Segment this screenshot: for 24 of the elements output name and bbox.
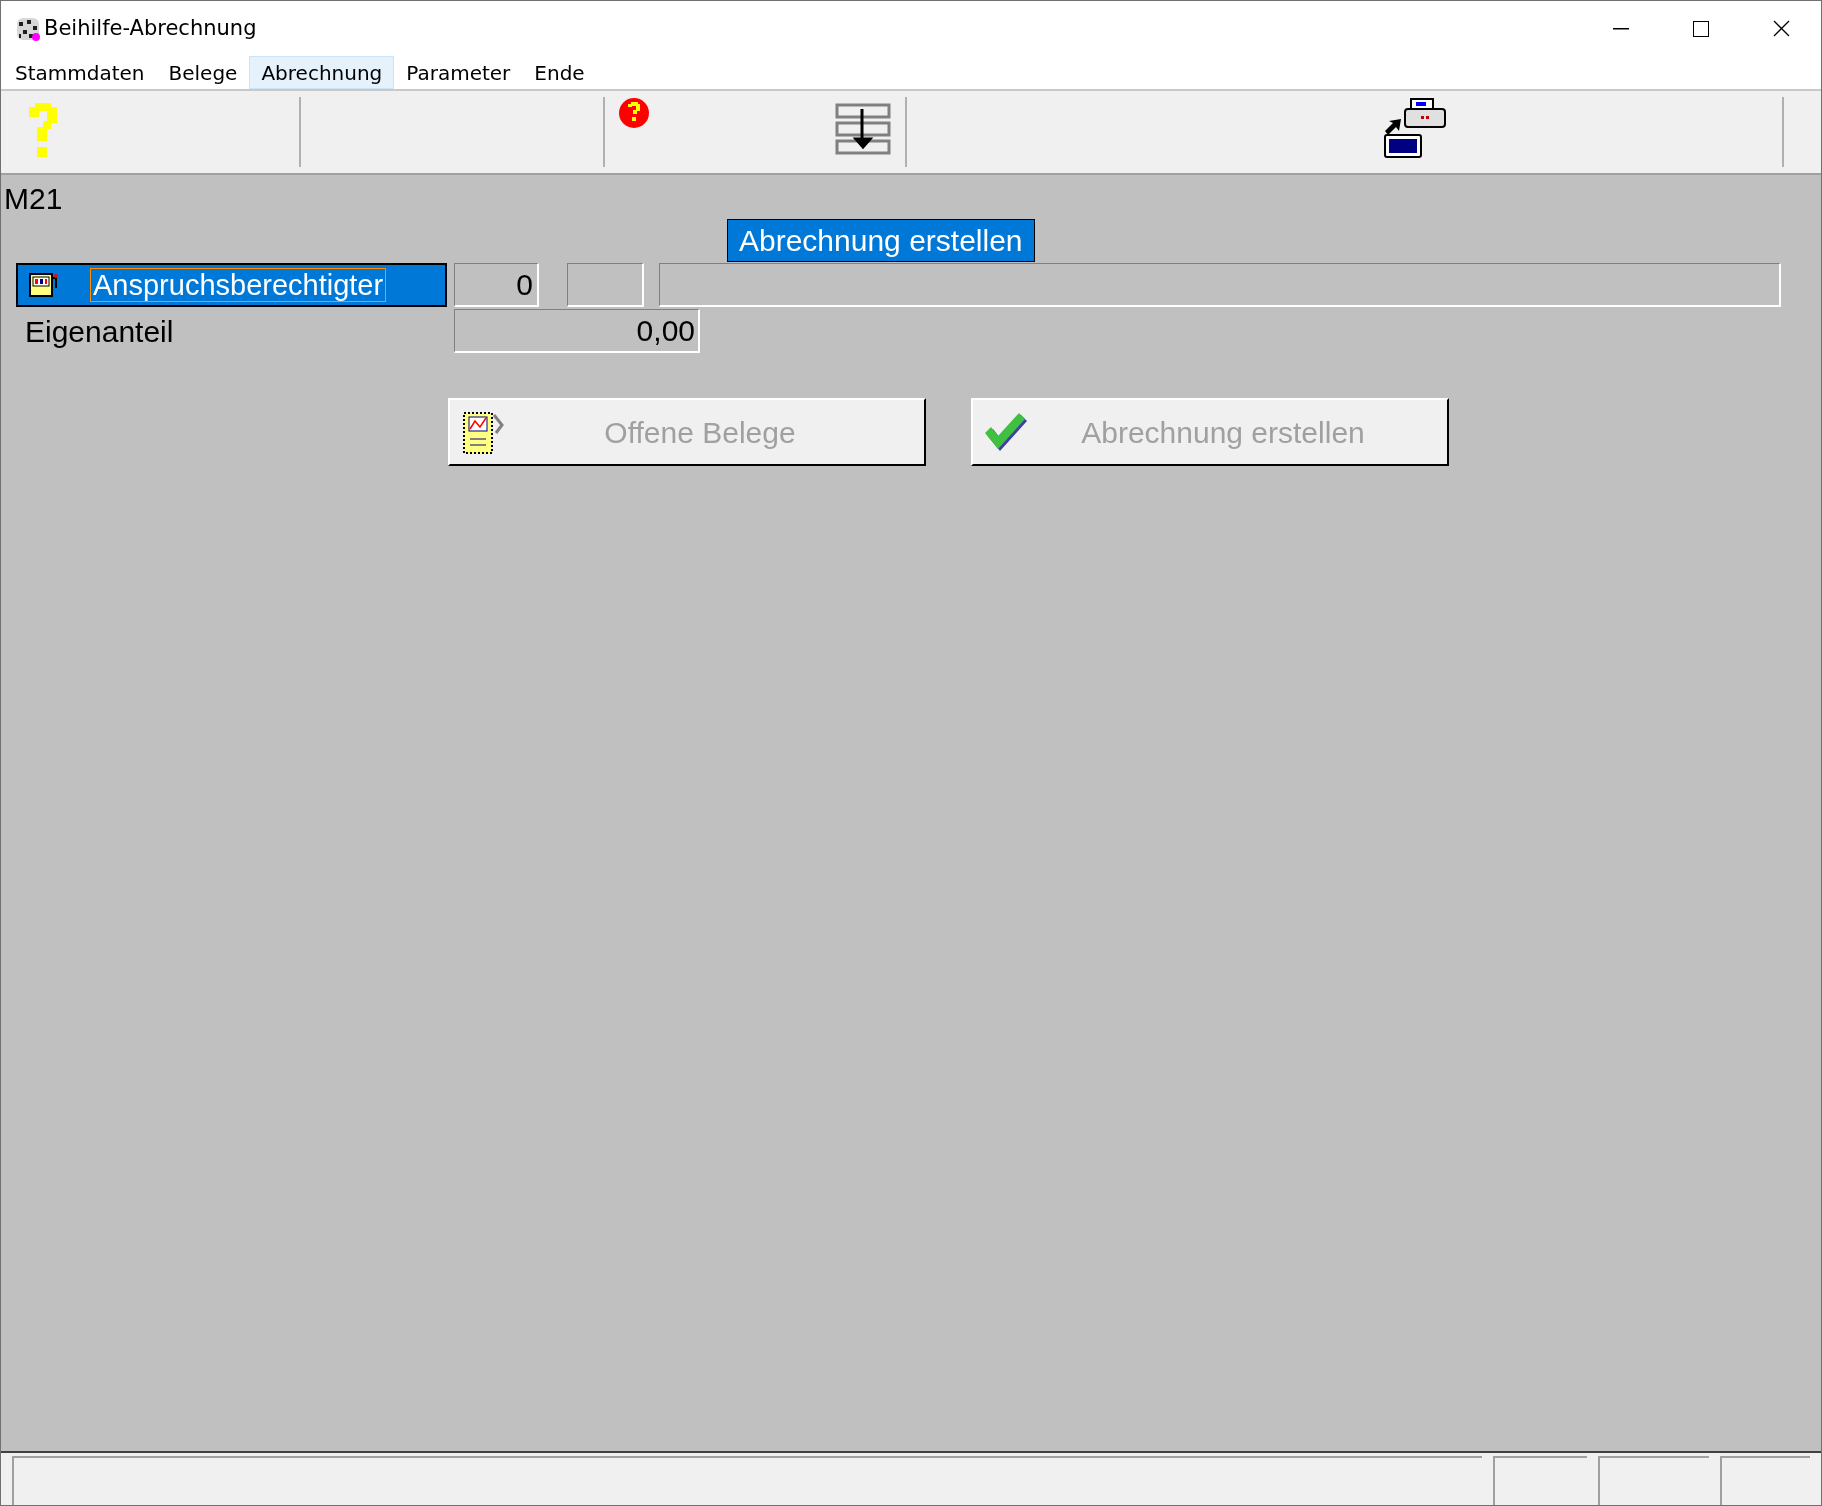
- person-selector[interactable]: Anspruchsberechtigter: [16, 263, 447, 307]
- window-title: Beihilfe-Abrechnung: [44, 14, 257, 42]
- person-label: Anspruchsberechtigter: [90, 268, 387, 302]
- menu-item[interactable]: Parameter: [394, 56, 523, 89]
- table-arrow-icon[interactable]: [835, 103, 891, 155]
- menu-item[interactable]: Abrechnung: [249, 56, 395, 89]
- name-field[interactable]: [659, 263, 1781, 307]
- menu-item[interactable]: Ende: [522, 56, 597, 89]
- number-field[interactable]: 0: [454, 263, 539, 307]
- checkmark-icon: [983, 411, 1029, 453]
- menu-item[interactable]: Belege: [156, 56, 250, 89]
- input-field[interactable]: [567, 263, 644, 307]
- form-heading: Abrechnung erstellen: [727, 219, 1035, 262]
- help-icon[interactable]: [617, 97, 651, 129]
- printer-screen-icon[interactable]: [1382, 97, 1447, 159]
- share-field[interactable]: 0,00: [454, 309, 700, 353]
- minimize-icon: [1613, 27, 1629, 30]
- close-icon: [1772, 20, 1790, 37]
- machine-icon: [28, 272, 58, 298]
- form-code: M21: [4, 182, 63, 215]
- maximize-icon: [1693, 20, 1709, 37]
- menu-item[interactable]: Stammdaten: [3, 56, 157, 89]
- share-label: Eigenanteil: [25, 313, 175, 350]
- app-icon: [15, 15, 41, 42]
